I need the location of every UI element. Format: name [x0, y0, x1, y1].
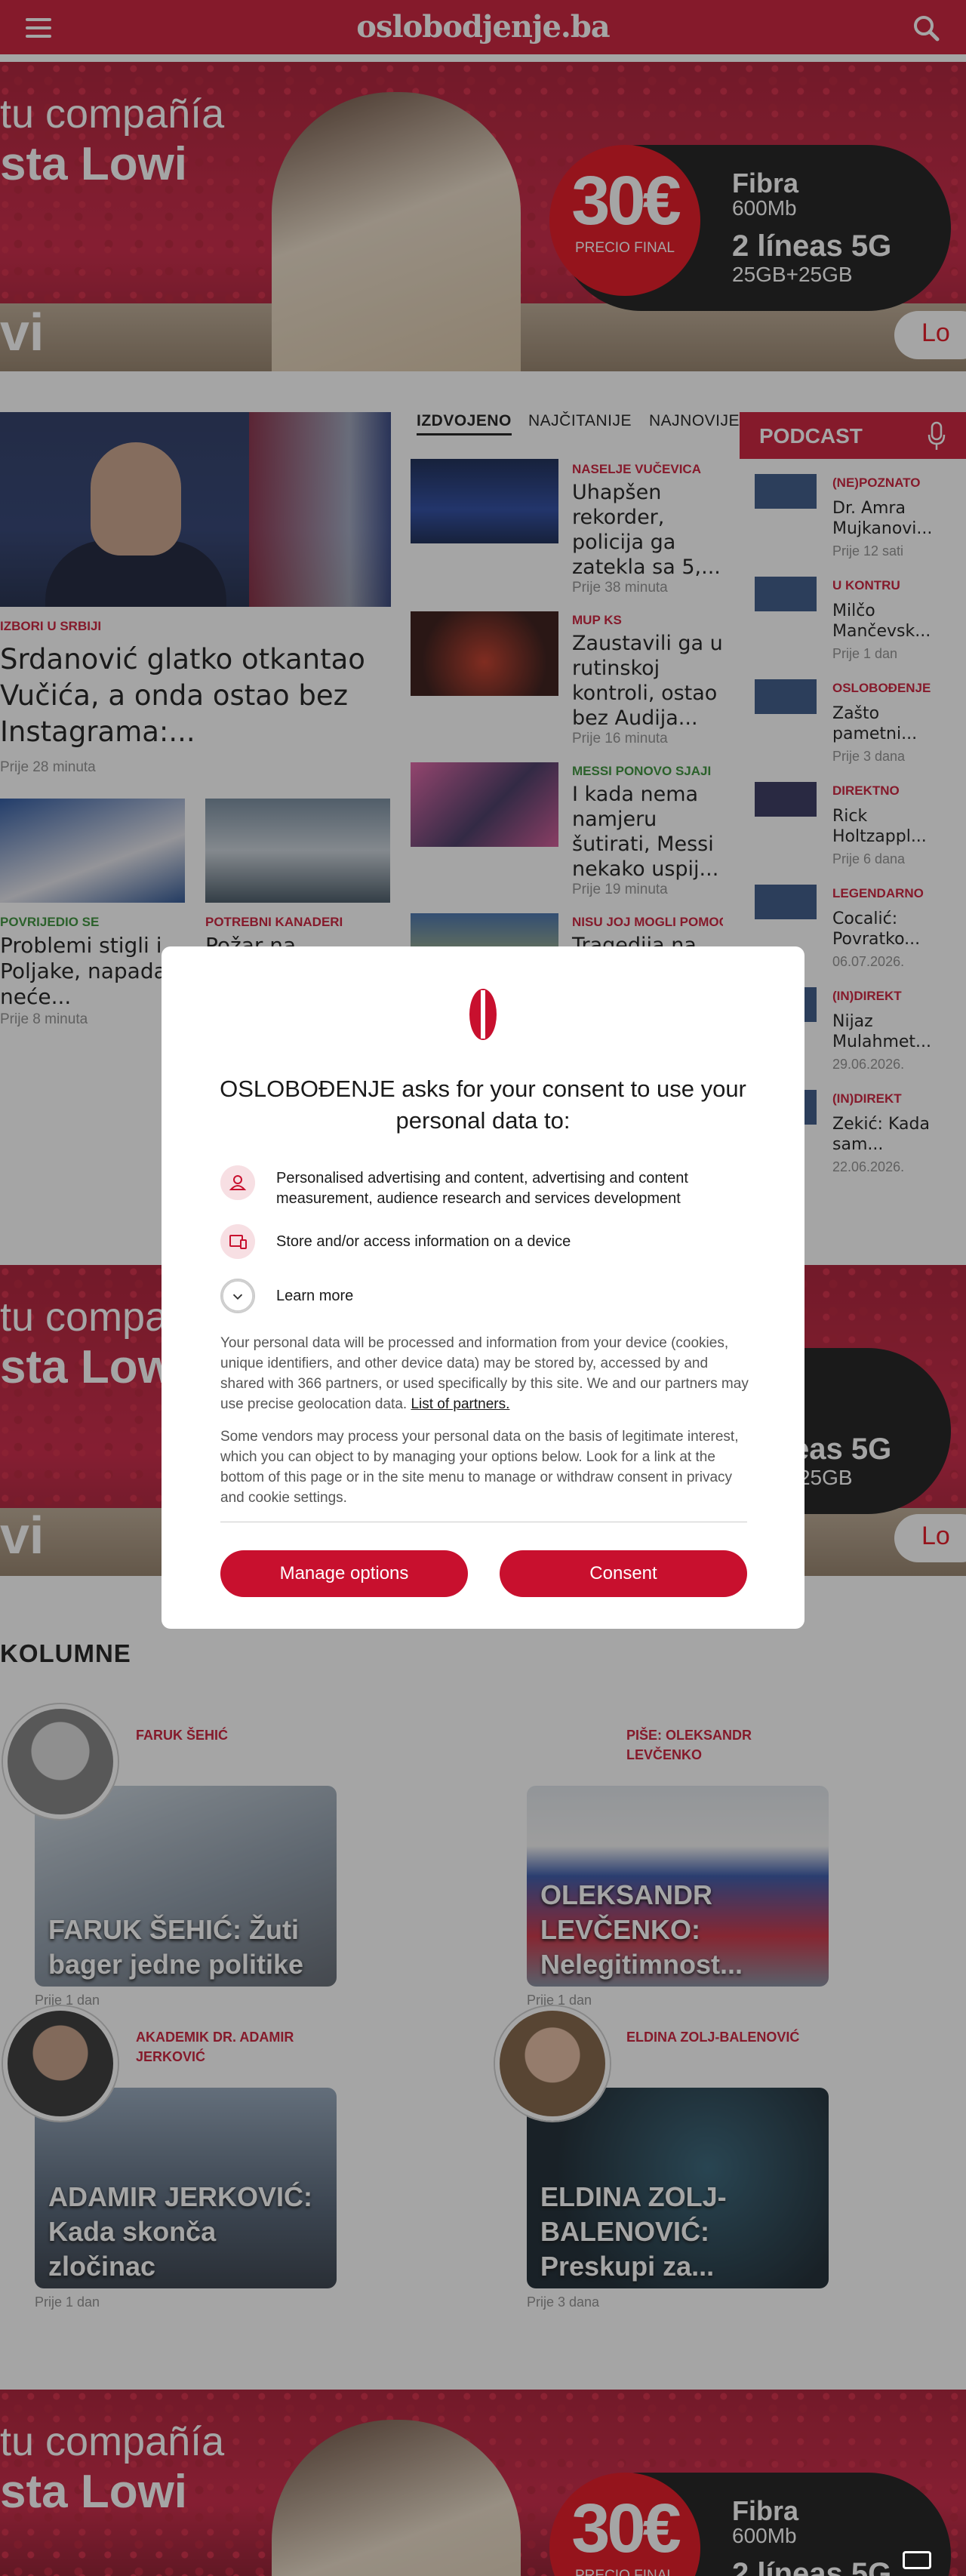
- keyboard-icon[interactable]: [903, 2551, 931, 2569]
- consent-purpose2-text: Store and/or access information on a dev…: [276, 1233, 571, 1250]
- learn-more-label[interactable]: Learn more: [276, 1286, 759, 1306]
- oslobodjenje-logo-icon: [469, 989, 497, 1040]
- device-icon: [220, 1224, 255, 1259]
- consent-dialog: OSLOBOĐENJE asks for your consent to use…: [162, 946, 804, 1629]
- list-of-partners-link[interactable]: List of partners.: [411, 1396, 509, 1412]
- consent-purpose-storage: Store and/or access information on a dev…: [220, 1224, 749, 1259]
- consent-paragraph-2: Some vendors may process your personal d…: [220, 1429, 739, 1506]
- learn-more-toggle[interactable]: Learn more: [220, 1279, 749, 1313]
- consent-paragraph-1: Your personal data will be processed and…: [220, 1333, 749, 1414]
- chevron-down-icon[interactable]: [220, 1279, 255, 1313]
- consent-button[interactable]: Consent: [500, 1550, 747, 1597]
- person-icon: [220, 1165, 255, 1200]
- consent-title: OSLOBOĐENJE asks for your consent to use…: [220, 1076, 746, 1134]
- manage-options-button[interactable]: Manage options: [220, 1550, 468, 1597]
- consent-purpose1-text: Personalised advertising and content, ad…: [276, 1170, 688, 1207]
- consent-purpose-personalised: Personalised advertising and content, ad…: [220, 1165, 749, 1211]
